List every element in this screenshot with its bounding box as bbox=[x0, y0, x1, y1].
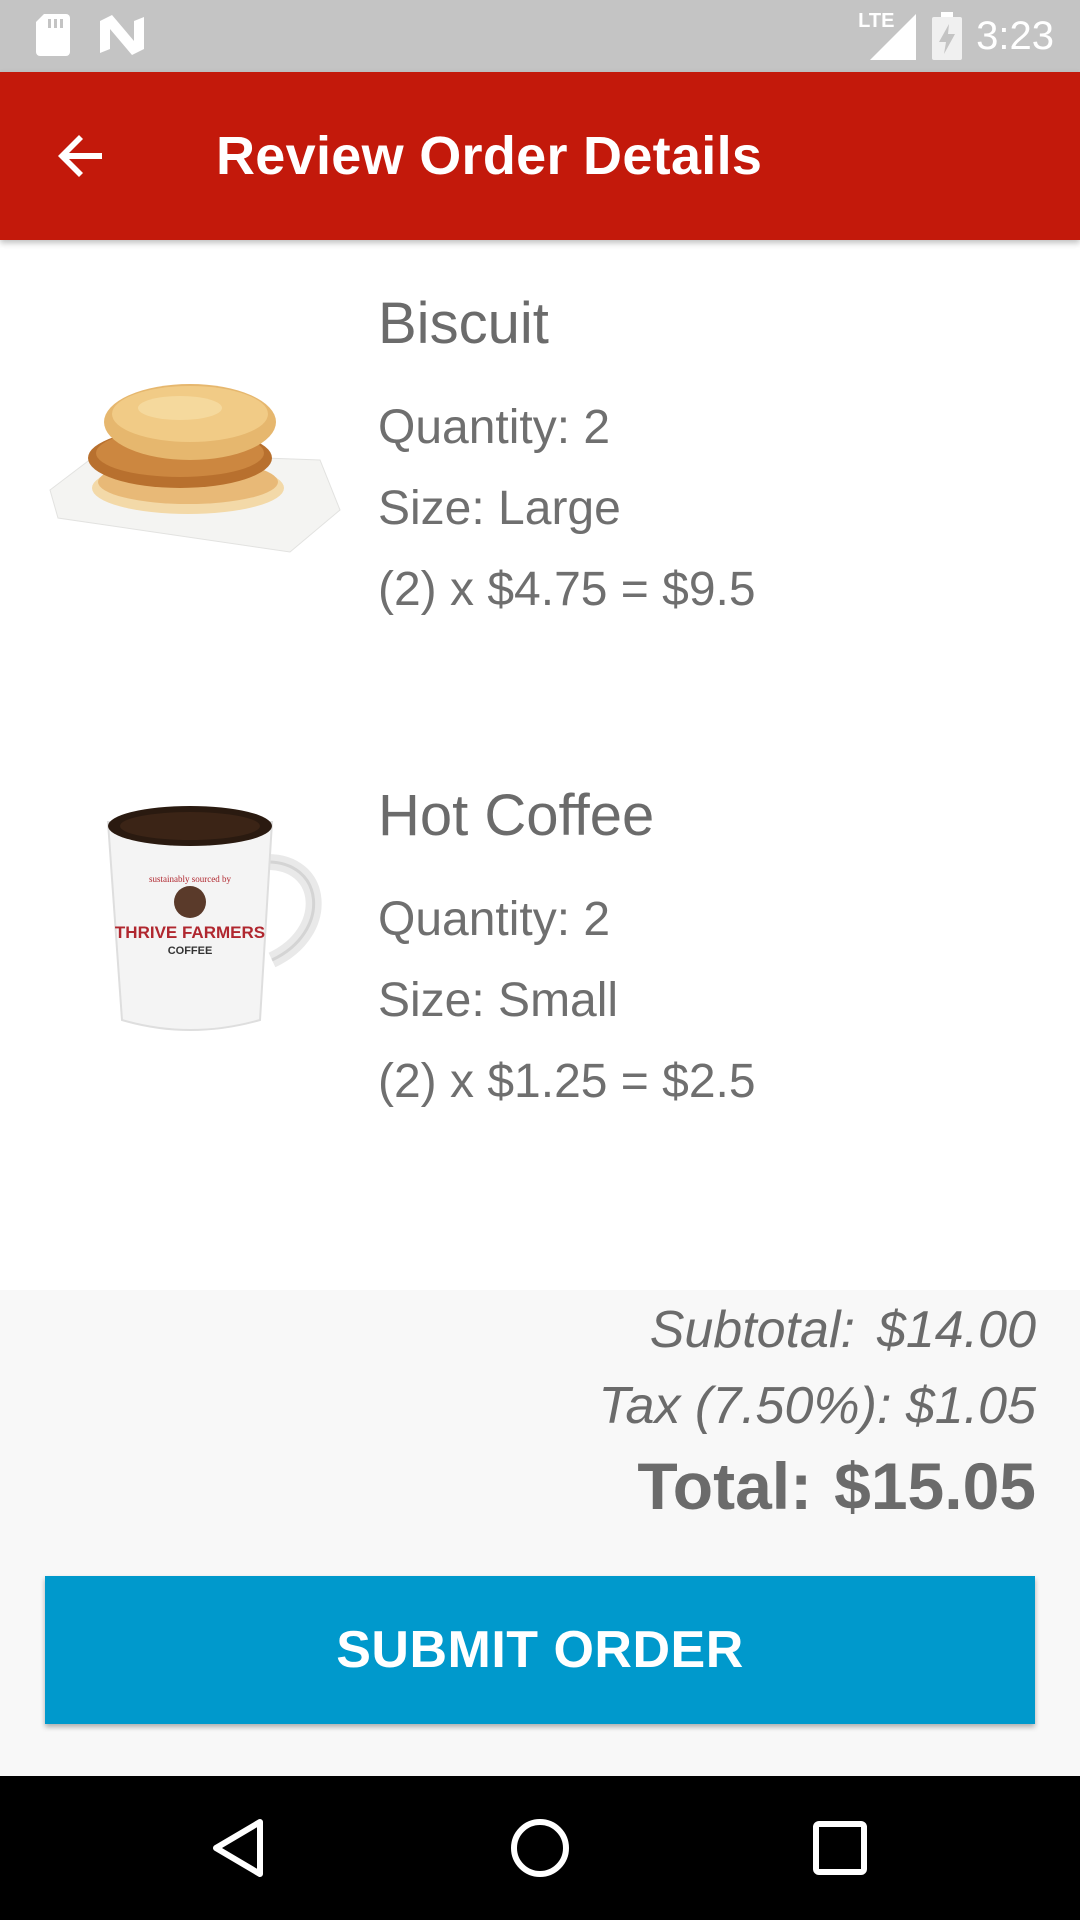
list-item[interactable]: sustainably sourced by THRIVE FARMERS CO… bbox=[0, 732, 1080, 1132]
item-price: (2) x $1.25 = $2.5 bbox=[378, 1055, 756, 1108]
item-quantity: Quantity: 2 bbox=[378, 401, 611, 454]
navigation-bar bbox=[0, 1776, 1080, 1920]
subtotal-row: Subtotal: $14.00 bbox=[650, 1300, 1036, 1360]
subtotal-value: $14.00 bbox=[876, 1301, 1036, 1359]
total-value: $15.05 bbox=[834, 1449, 1036, 1523]
arrow-back-icon[interactable] bbox=[50, 124, 114, 188]
tax-value: $1.05 bbox=[905, 1377, 1036, 1435]
item-name: Hot Coffee bbox=[378, 783, 655, 848]
recents-square-icon[interactable] bbox=[800, 1808, 880, 1888]
signal-icon: LTE bbox=[858, 10, 918, 62]
battery-charging-icon bbox=[932, 12, 963, 60]
item-price: (2) x $4.75 = $9.5 bbox=[378, 563, 756, 616]
app-bar: Review Order Details bbox=[0, 72, 1080, 240]
tax-label: Tax (7.50%): bbox=[598, 1377, 892, 1435]
item-quantity: Quantity: 2 bbox=[378, 893, 611, 946]
item-size: Size: Large bbox=[378, 482, 621, 535]
total-label: Total: bbox=[637, 1449, 813, 1523]
tax-row: Tax (7.50%): $1.05 bbox=[599, 1376, 1036, 1436]
home-circle-icon[interactable] bbox=[500, 1808, 580, 1888]
clock: 3:23 bbox=[976, 14, 1054, 58]
list-item[interactable]: Biscuit Quantity: 2 Size: Large (2) x $4… bbox=[0, 240, 1080, 640]
n-logo-icon bbox=[100, 15, 144, 55]
submit-order-button[interactable]: SUBMIT ORDER bbox=[45, 1576, 1035, 1724]
sd-card-icon bbox=[36, 14, 70, 56]
chicken-biscuit-image bbox=[49, 384, 341, 553]
page-title: Review Order Details bbox=[216, 126, 763, 186]
item-name: Biscuit bbox=[378, 291, 549, 356]
total-row: Total: $15.05 bbox=[637, 1448, 1036, 1524]
mug-brand-text: THRIVE FARMERS bbox=[115, 923, 265, 942]
subtotal-label: Subtotal: bbox=[649, 1301, 855, 1359]
mug-arc-text: sustainably sourced by bbox=[149, 874, 231, 884]
back-triangle-icon[interactable] bbox=[200, 1808, 280, 1888]
order-items-list[interactable]: Biscuit Quantity: 2 Size: Large (2) x $4… bbox=[0, 240, 1080, 1290]
item-size: Size: Small bbox=[378, 974, 619, 1027]
mug-sub-text: COFFEE bbox=[168, 945, 213, 957]
status-bar: LTE 3:23 bbox=[0, 0, 1080, 72]
coffee-mug-image: sustainably sourced by THRIVE FARMERS CO… bbox=[106, 806, 322, 1031]
